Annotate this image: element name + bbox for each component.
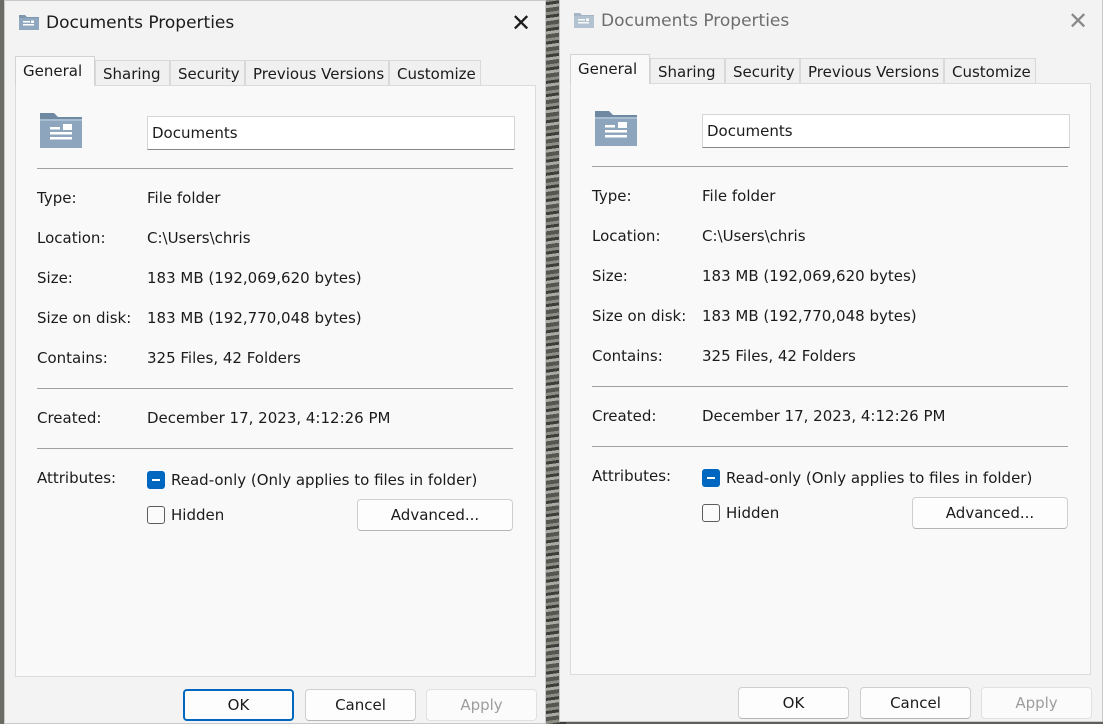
- readonly-label[interactable]: Read-only (Only applies to files in fold…: [726, 469, 1032, 487]
- folder-name-input[interactable]: [147, 116, 515, 150]
- tab-customize[interactable]: Customize: [389, 60, 481, 85]
- hidden-label[interactable]: Hidden: [171, 506, 224, 524]
- location-label: Location:: [592, 227, 661, 245]
- attributes-label: Attributes:: [592, 467, 672, 485]
- window-title: Documents Properties: [46, 13, 235, 33]
- tab-security[interactable]: Security: [725, 58, 800, 83]
- tab-general[interactable]: General: [15, 56, 95, 86]
- type-value: File folder: [147, 189, 221, 207]
- created-label: Created:: [592, 407, 657, 425]
- folder-name-input[interactable]: [702, 114, 1070, 148]
- properties-dialog-right: Documents Properties ✕ General Sharing S…: [559, 0, 1103, 722]
- tab-customize[interactable]: Customize: [944, 58, 1036, 83]
- tab-previous-versions[interactable]: Previous Versions: [800, 58, 944, 83]
- separator: [37, 168, 513, 169]
- contains-value: 325 Files, 42 Folders: [147, 349, 301, 367]
- tab-security[interactable]: Security: [170, 60, 245, 85]
- type-value: File folder: [702, 187, 776, 205]
- separator: [37, 448, 513, 449]
- folder-documents-icon: [595, 111, 637, 146]
- contains-value: 325 Files, 42 Folders: [702, 347, 856, 365]
- size-label: Size:: [592, 267, 628, 285]
- title-bar[interactable]: Documents Properties ✕: [560, 0, 1102, 43]
- apply-button[interactable]: Apply: [981, 687, 1092, 719]
- ok-button[interactable]: OK: [738, 687, 849, 719]
- created-label: Created:: [37, 409, 102, 427]
- size-on-disk-value: 183 MB (192,770,048 bytes): [147, 309, 362, 327]
- close-icon: ✕: [510, 9, 532, 37]
- size-value: 183 MB (192,069,620 bytes): [147, 269, 362, 287]
- general-tab-panel: Type: File folder Location: C:\Users\chr…: [15, 85, 536, 677]
- properties-dialog-left: Documents Properties ✕ General Sharing S…: [4, 0, 546, 724]
- tab-sharing[interactable]: Sharing: [650, 58, 725, 83]
- close-button[interactable]: ✕: [505, 7, 537, 39]
- cancel-button[interactable]: Cancel: [860, 687, 971, 719]
- size-on-disk-value: 183 MB (192,770,048 bytes): [702, 307, 917, 325]
- cancel-button[interactable]: Cancel: [305, 689, 416, 721]
- separator: [592, 386, 1068, 387]
- size-value: 183 MB (192,069,620 bytes): [702, 267, 917, 285]
- advanced-button[interactable]: Advanced...: [357, 499, 513, 531]
- folder-documents-icon: [40, 113, 82, 148]
- separator: [592, 446, 1068, 447]
- created-value: December 17, 2023, 4:12:26 PM: [147, 409, 391, 427]
- title-bar[interactable]: Documents Properties ✕: [5, 1, 545, 45]
- type-label: Type:: [592, 187, 632, 205]
- readonly-checkbox[interactable]: [147, 471, 165, 489]
- advanced-button[interactable]: Advanced...: [912, 497, 1068, 529]
- separator: [592, 166, 1068, 167]
- type-label: Type:: [37, 189, 77, 207]
- hidden-label[interactable]: Hidden: [726, 504, 779, 522]
- tab-general[interactable]: General: [570, 54, 650, 84]
- tab-sharing[interactable]: Sharing: [95, 60, 170, 85]
- readonly-checkbox[interactable]: [702, 469, 720, 487]
- hidden-checkbox[interactable]: [702, 504, 720, 522]
- hidden-checkbox[interactable]: [147, 506, 165, 524]
- size-on-disk-label: Size on disk:: [37, 309, 132, 327]
- contains-label: Contains:: [592, 347, 663, 365]
- readonly-label[interactable]: Read-only (Only applies to files in fold…: [171, 471, 477, 489]
- size-on-disk-label: Size on disk:: [592, 307, 687, 325]
- window-title: Documents Properties: [601, 11, 790, 31]
- location-value: C:\Users\chris: [702, 227, 806, 245]
- contains-label: Contains:: [37, 349, 108, 367]
- folder-documents-icon: [574, 13, 594, 28]
- close-button[interactable]: ✕: [1062, 5, 1094, 37]
- close-icon: ✕: [1067, 7, 1089, 35]
- ok-button[interactable]: OK: [183, 689, 294, 721]
- general-tab-panel: Type: File folder Location: C:\Users\chr…: [570, 83, 1091, 675]
- location-label: Location:: [37, 229, 106, 247]
- apply-button[interactable]: Apply: [426, 689, 537, 721]
- separator: [37, 388, 513, 389]
- folder-documents-icon: [19, 15, 39, 30]
- location-value: C:\Users\chris: [147, 229, 251, 247]
- tab-previous-versions[interactable]: Previous Versions: [245, 60, 389, 85]
- size-label: Size:: [37, 269, 73, 287]
- created-value: December 17, 2023, 4:12:26 PM: [702, 407, 946, 425]
- attributes-label: Attributes:: [37, 469, 117, 487]
